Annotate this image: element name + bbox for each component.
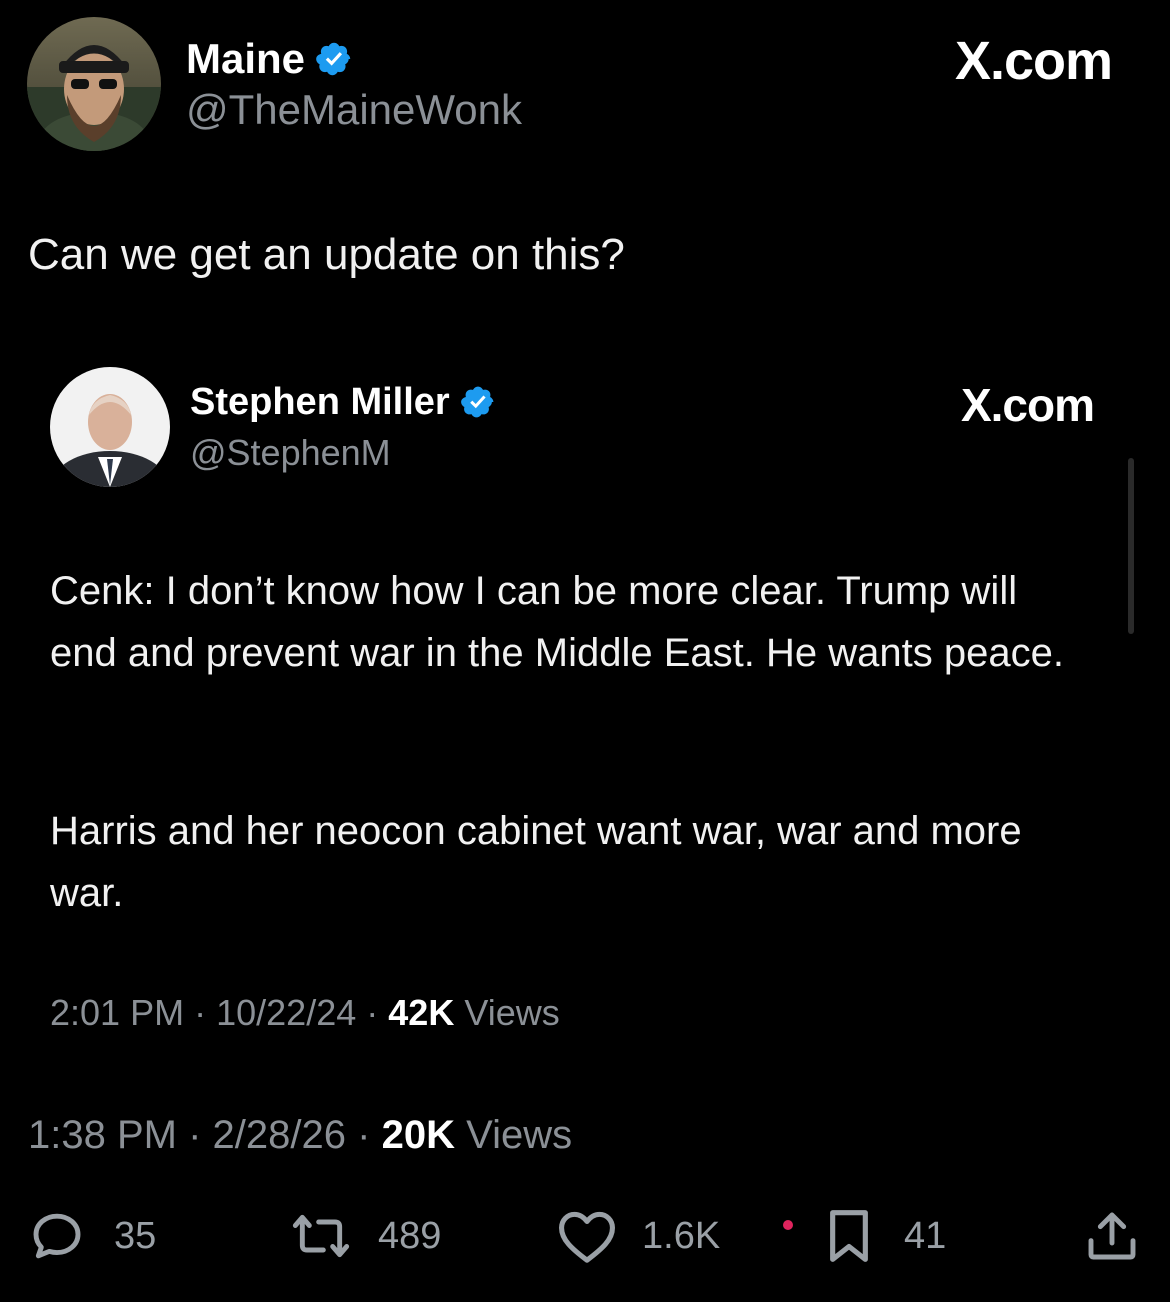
- bookmark-count: 41: [904, 1214, 947, 1257]
- author-name-row: Maine: [186, 33, 353, 85]
- quoted-author-handle[interactable]: @StephenM: [190, 432, 391, 474]
- quoted-tweet-time[interactable]: 2:01 PM: [50, 992, 184, 1033]
- reply-icon: [28, 1208, 86, 1264]
- author-display-name[interactable]: Maine: [186, 35, 305, 83]
- bookmark-button[interactable]: 41: [824, 1208, 946, 1264]
- quoted-brand-xcom: X.com: [960, 379, 1095, 431]
- heart-icon: [556, 1208, 618, 1264]
- tweet-date[interactable]: 2/28/26: [213, 1113, 346, 1157]
- like-count: 1.6K: [642, 1214, 721, 1257]
- separator: ·: [366, 992, 379, 1033]
- tweet-time[interactable]: 1:38 PM: [28, 1113, 177, 1157]
- quoted-tweet-views-label: Views: [464, 992, 560, 1033]
- reply-button[interactable]: 35: [28, 1208, 156, 1264]
- verified-badge-icon: [315, 40, 353, 78]
- like-button[interactable]: 1.6K: [556, 1208, 720, 1264]
- tweet-views-label: Views: [466, 1113, 573, 1157]
- brand-xcom: X.com: [954, 31, 1113, 91]
- tweet-timestamp-row: 1:38 PM · 2/28/26 · 20K Views: [28, 1113, 572, 1158]
- quoted-tweet-views-count: 42K: [388, 992, 455, 1033]
- notification-dot: [783, 1220, 793, 1230]
- repost-count: 489: [378, 1214, 442, 1257]
- quoted-tweet-date[interactable]: 10/22/24: [216, 992, 356, 1033]
- bookmark-icon: [824, 1208, 874, 1264]
- repost-button[interactable]: 489: [288, 1208, 441, 1264]
- quoted-tweet-timestamp-row: 2:01 PM · 10/22/24 · 42K Views: [50, 992, 560, 1034]
- verified-badge-icon: [460, 384, 496, 420]
- tweet-views-count: 20K: [381, 1113, 455, 1157]
- avatar-stephen-miller[interactable]: [50, 367, 170, 487]
- share-icon: [1084, 1208, 1140, 1264]
- quoted-tweet-paragraph-2: Harris and her neocon cabinet want war, …: [50, 809, 1022, 915]
- quoted-author-display-name[interactable]: Stephen Miller: [190, 381, 450, 424]
- tweet-text: Can we get an update on this?: [28, 230, 625, 279]
- avatar-maine[interactable]: [27, 17, 161, 151]
- separator: ·: [188, 1113, 202, 1157]
- separator: ·: [194, 992, 207, 1033]
- quoted-tweet-paragraph-1: Cenk: I don’t know how I can be more cle…: [50, 569, 1064, 675]
- reply-count: 35: [114, 1214, 157, 1257]
- separator: ·: [357, 1113, 371, 1157]
- quoted-author-name-row: Stephen Miller: [190, 378, 496, 426]
- share-button[interactable]: [1084, 1208, 1140, 1264]
- author-handle[interactable]: @TheMaineWonk: [186, 86, 522, 134]
- repost-icon: [288, 1208, 354, 1264]
- scrollbar[interactable]: [1128, 458, 1134, 634]
